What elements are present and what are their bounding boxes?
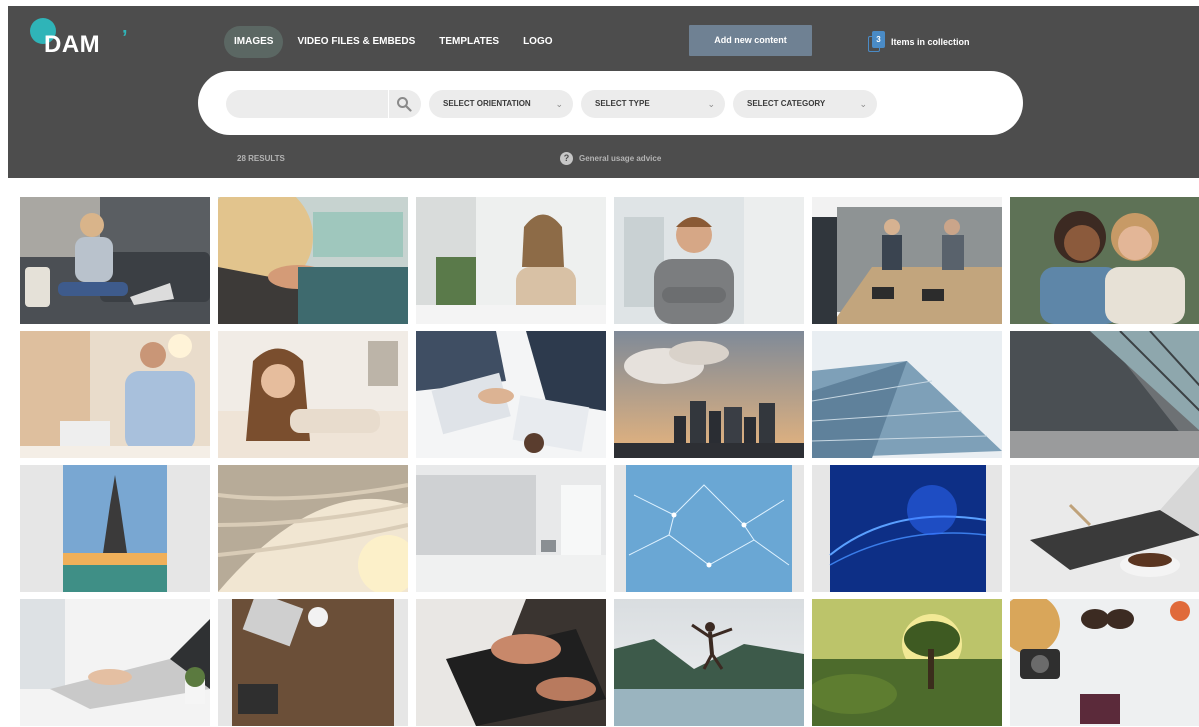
image-tree-at-sunrise[interactable]	[812, 599, 1002, 726]
category-select[interactable]: SELECT CATEGORY ⌄	[733, 90, 877, 118]
collection-icon: 3	[868, 31, 886, 53]
orientation-select[interactable]: SELECT ORIENTATION ⌄	[429, 90, 573, 118]
image-desk-from-above[interactable]	[218, 599, 408, 726]
dam-logo[interactable]: DAM ’	[30, 18, 140, 58]
image-typing-closeup[interactable]	[416, 599, 606, 726]
image-glass-building-sky[interactable]	[812, 331, 1002, 458]
results-count: 28 RESULTS	[237, 154, 285, 163]
type-select[interactable]: SELECT TYPE ⌄	[581, 90, 725, 118]
image-eiffel-tower[interactable]	[20, 465, 210, 592]
type-select-label: SELECT TYPE	[595, 99, 650, 108]
chevron-down-icon: ⌄	[707, 99, 715, 109]
image-two-laughing-women[interactable]	[1010, 197, 1199, 324]
logo-text: DAM	[44, 31, 101, 58]
image-business-paperwork[interactable]	[416, 331, 606, 458]
add-new-content-button[interactable]: Add new content	[689, 25, 812, 56]
image-man-with-crossed-arms[interactable]	[614, 197, 804, 324]
search-icon[interactable]	[396, 96, 412, 112]
collection-count: 3	[872, 31, 885, 48]
search-box	[226, 90, 421, 118]
chevron-down-icon: ⌄	[859, 99, 867, 109]
usage-advice-label: General usage advice	[579, 154, 662, 163]
image-woman-with-laptop-on-sofa[interactable]	[20, 197, 210, 324]
logo-apostrophe-icon: ’	[122, 27, 128, 49]
image-travel-flatlay[interactable]	[1010, 599, 1199, 726]
header: DAM ’ IMAGES VIDEO FILES & EMBEDS TEMPLA…	[8, 6, 1199, 178]
search-input[interactable]	[226, 90, 410, 118]
image-curved-white-structure[interactable]	[218, 465, 408, 592]
chevron-down-icon: ⌄	[555, 99, 563, 109]
image-hands-typing-on-laptop[interactable]	[218, 197, 408, 324]
nav-item-images[interactable]: IMAGES	[224, 26, 284, 58]
image-city-skyline-clouds[interactable]	[614, 331, 804, 458]
search-panel: SELECT ORIENTATION ⌄ SELECT TYPE ⌄ SELEC…	[198, 71, 1023, 135]
orientation-select-label: SELECT ORIENTATION	[443, 99, 531, 108]
image-laptop-and-coffee[interactable]	[1010, 465, 1199, 592]
usage-advice-link[interactable]: ? General usage advice	[560, 152, 661, 165]
nav-item-logo[interactable]: LOGO	[513, 26, 562, 58]
image-dark-blue-network[interactable]	[812, 465, 1002, 592]
image-empty-white-room[interactable]	[416, 465, 606, 592]
nav-item-video-files[interactable]: VIDEO FILES & EMBEDS	[287, 26, 425, 58]
image-jumping-person-lake[interactable]	[614, 599, 804, 726]
image-woman-lying-on-bed[interactable]	[218, 331, 408, 458]
main-nav: IMAGES VIDEO FILES & EMBEDS TEMPLATES LO…	[224, 26, 563, 58]
image-smiling-woman-at-desk[interactable]	[416, 197, 606, 324]
image-hands-on-laptop-white[interactable]	[20, 599, 210, 726]
collection-link[interactable]: 3 Items in collection	[868, 30, 970, 54]
help-icon: ?	[560, 152, 573, 165]
nav-item-templates[interactable]: TEMPLATES	[429, 26, 509, 58]
image-office-team-meeting[interactable]	[812, 197, 1002, 324]
category-select-label: SELECT CATEGORY	[747, 99, 826, 108]
image-glass-architecture[interactable]	[1010, 331, 1199, 458]
image-man-with-laptop[interactable]	[20, 331, 210, 458]
collection-label: Items in collection	[891, 37, 970, 47]
image-light-blue-network[interactable]	[614, 465, 804, 592]
